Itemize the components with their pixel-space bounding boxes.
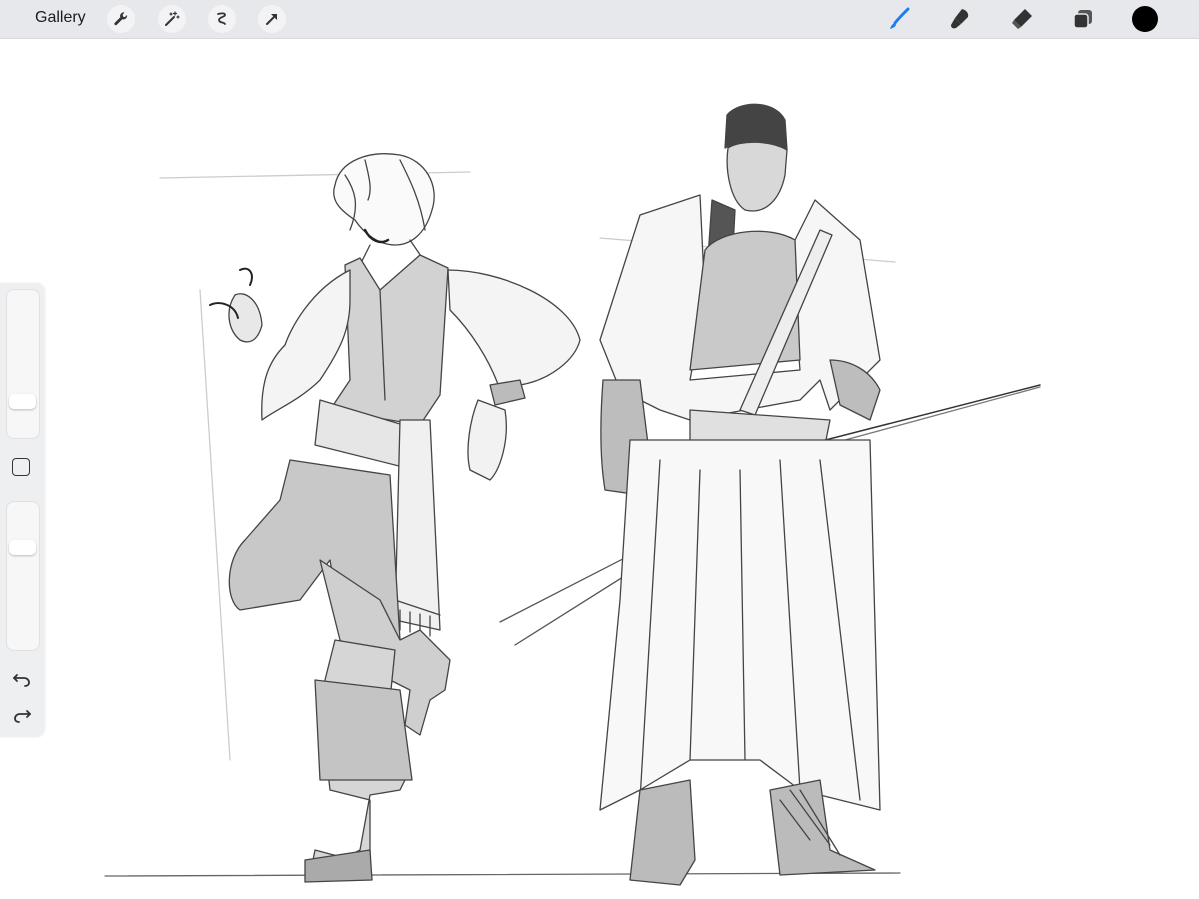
smudge-icon[interactable] xyxy=(946,5,974,33)
brush-icon[interactable] xyxy=(885,5,913,33)
gallery-button[interactable]: Gallery xyxy=(35,9,86,27)
magic-wand-icon[interactable] xyxy=(158,5,186,33)
top-toolbar: Gallery xyxy=(0,0,1199,39)
eraser-icon[interactable] xyxy=(1008,5,1036,33)
selection-icon[interactable] xyxy=(208,5,236,33)
color-picker[interactable] xyxy=(1132,6,1158,32)
transform-arrow-icon[interactable] xyxy=(258,5,286,33)
layers-icon[interactable] xyxy=(1069,5,1097,33)
drawing-canvas[interactable] xyxy=(0,39,1199,899)
wrench-icon[interactable] xyxy=(107,5,135,33)
